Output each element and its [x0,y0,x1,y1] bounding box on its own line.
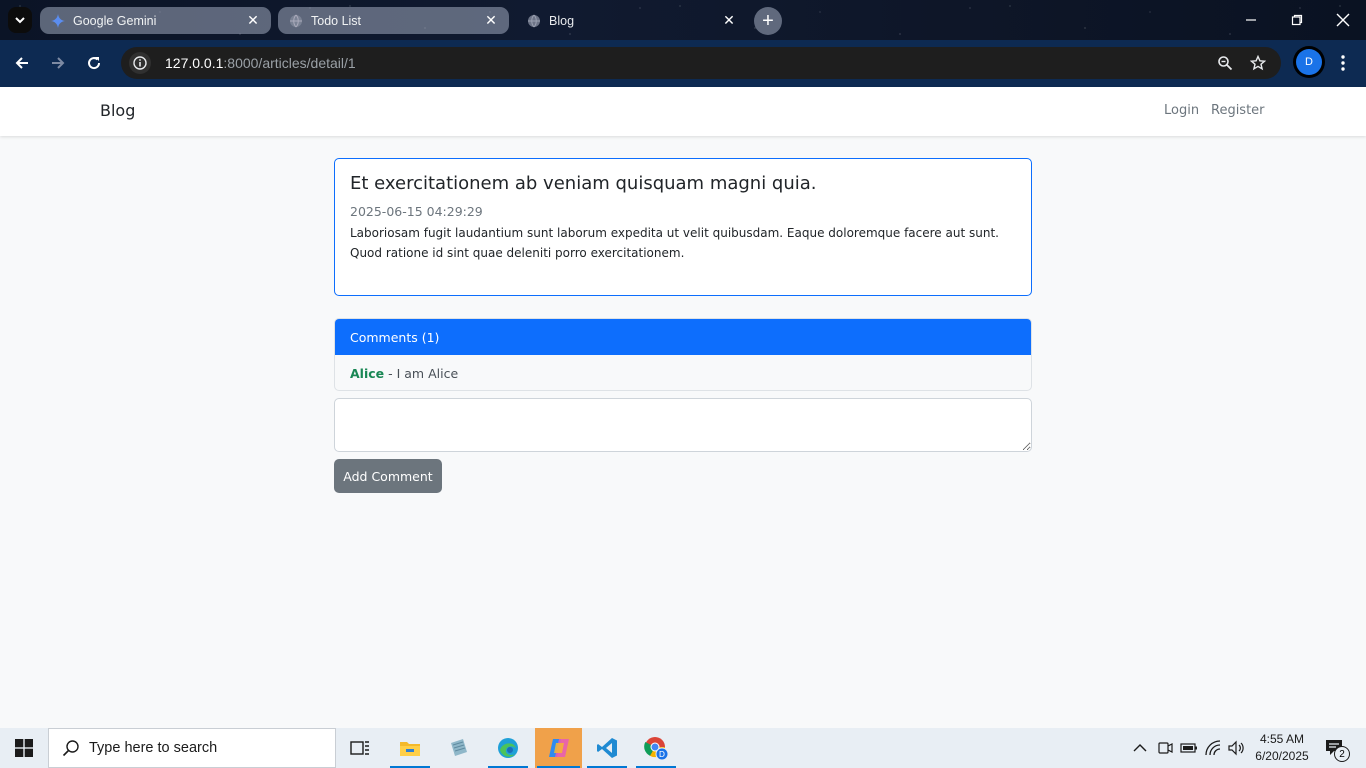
page-content: Blog Login Register Et exercitationem ab… [0,87,1366,728]
forward-button[interactable] [45,50,71,76]
article-card: Et exercitationem ab veniam quisquam mag… [334,158,1032,296]
battery-button[interactable] [1180,738,1198,758]
tab-blog[interactable]: Blog ✕ [516,7,747,34]
windows-logo-icon [15,739,33,757]
close-icon[interactable]: ✕ [721,12,737,29]
close-icon [1336,13,1350,27]
login-link[interactable]: Login [1164,103,1199,118]
battery-icon [1180,743,1197,753]
start-button[interactable] [0,728,48,768]
new-tab-button[interactable]: + [754,7,782,35]
wifi-icon [1205,740,1221,756]
comment-separator: - [384,365,397,381]
comment-author: Alice [350,365,385,381]
copilot-icon [548,739,569,757]
navbar-brand[interactable]: Blog [100,101,135,120]
info-icon [133,56,147,70]
article-date: 2025-06-15 04:29:29 [350,204,483,219]
clock-date: 6/20/2025 [1255,749,1309,763]
reload-button[interactable] [81,50,107,76]
comment-text: I am Alice [396,365,459,381]
taskbar-copilot[interactable] [535,728,582,768]
svg-text:D: D [659,750,665,759]
tab-google-gemini[interactable]: Google Gemini ✕ [40,7,271,34]
register-link[interactable]: Register [1211,103,1265,118]
browser-chrome: Google Gemini ✕ Todo List ✕ Blog ✕ + 127… [0,0,1366,87]
zoom-button[interactable] [1215,53,1235,73]
restore-icon [1291,14,1303,26]
edge-icon [498,738,518,758]
article-title: Et exercitationem ab veniam quisquam mag… [350,173,817,194]
add-comment-button[interactable]: Add Comment [334,459,442,493]
restore-button[interactable] [1285,8,1309,32]
more-vertical-icon [1341,55,1345,71]
site-info-button[interactable] [129,52,151,74]
url-host: 127.0.0.1 [165,55,224,71]
url-path: :8000/articles/detail/1 [223,55,356,71]
network-button[interactable] [1205,738,1223,758]
comment-textarea[interactable] [334,398,1032,452]
taskbar-vscode[interactable] [585,728,629,768]
speaker-icon [1228,740,1244,756]
reload-icon [88,57,101,70]
minimize-button[interactable] [1239,8,1263,32]
taskbar-search[interactable]: Type here to search [48,728,336,768]
file-explorer-icon [400,742,420,756]
show-hidden-icons-button[interactable] [1131,738,1149,758]
video-camera-icon [1158,742,1173,754]
comments-header: Comments (1) [335,319,1031,355]
windows-taskbar: Type here to search D 4:55 AM 6/20/2025 [0,728,1366,768]
chrome-icon: D [644,737,669,761]
clock-time: 4:55 AM [1259,732,1305,746]
zoom-icon [1218,56,1233,71]
notepad-icon [451,739,467,756]
taskbar-clock[interactable]: 4:55 AM 6/20/2025 [1246,731,1318,765]
meet-now-button[interactable] [1156,738,1174,758]
taskbar-file-explorer[interactable] [388,728,432,768]
close-icon[interactable]: ✕ [483,12,499,29]
tab-title: Todo List [311,13,362,28]
arrow-left-icon [15,57,28,69]
taskbar-edge[interactable] [486,728,530,768]
address-bar[interactable]: 127.0.0.1:8000/articles/detail/1 [121,47,1281,79]
chevron-down-icon [15,17,25,24]
comment-item: Alice - I am Alice [335,355,1031,390]
close-icon[interactable]: ✕ [245,12,261,29]
gemini-icon [50,13,65,28]
taskbar-notepad[interactable] [437,728,481,768]
taskbar-chrome[interactable]: D [634,728,678,768]
chevron-up-icon [1133,744,1147,752]
tab-todo-list[interactable]: Todo List ✕ [278,7,509,34]
task-view-button[interactable] [338,728,382,768]
close-window-button[interactable] [1331,8,1355,32]
comments-panel: Comments (1) Alice - I am Alice [334,318,1032,391]
article-body: Laboriosam fugit laudantium sunt laborum… [350,226,999,260]
search-icon [61,738,81,758]
globe-icon [288,13,303,28]
search-placeholder: Type here to search [89,740,218,756]
tab-search-button[interactable] [8,7,32,33]
tab-title: Blog [549,13,575,28]
globe-icon [526,13,541,28]
url-text: 127.0.0.1:8000/articles/detail/1 [165,55,356,71]
star-icon [1250,55,1266,71]
tab-title: Google Gemini [73,13,157,28]
volume-button[interactable] [1227,738,1245,758]
bookmark-button[interactable] [1248,53,1268,73]
arrow-right-icon [52,57,65,69]
notification-center-button[interactable]: 2 [1320,736,1350,762]
notification-count: 2 [1334,746,1350,762]
vscode-icon [597,738,617,758]
site-navbar: Blog Login Register [0,87,1366,136]
plus-icon: + [762,10,774,32]
task-view-icon [350,741,369,755]
back-button[interactable] [9,50,35,76]
profile-initial: D [1305,56,1313,68]
profile-avatar[interactable]: D [1296,49,1322,75]
minimize-icon [1246,19,1256,21]
tab-strip: Google Gemini ✕ Todo List ✕ Blog ✕ + [0,0,1366,40]
browser-menu-button[interactable] [1333,50,1353,76]
browser-toolbar: 127.0.0.1:8000/articles/detail/1 D [0,40,1366,87]
